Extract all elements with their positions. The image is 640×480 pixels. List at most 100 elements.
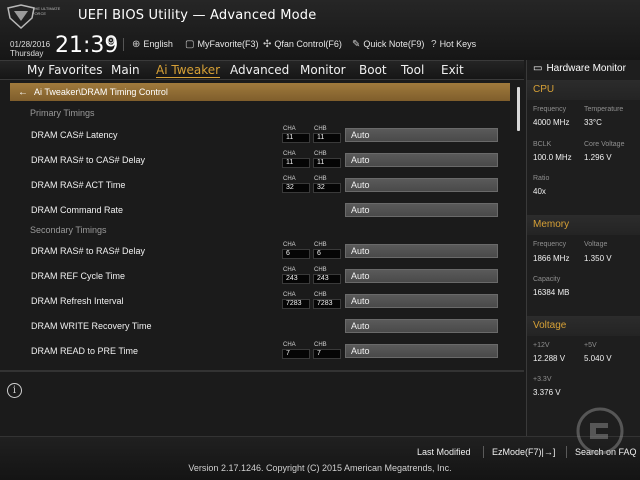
chb-label: CHB (314, 242, 327, 248)
back-arrow-icon[interactable]: ← (18, 87, 28, 98)
breadcrumb-path: Ai Tweaker\DRAM Timing Control (34, 87, 168, 97)
main-menu-bar: My Favorites Main Ai Tweaker Advanced Mo… (0, 60, 524, 80)
cpu-section-header: CPU (527, 80, 640, 100)
cpu-temperature-label: Temperature (584, 106, 624, 113)
cha-value: 6 (282, 249, 310, 259)
note-icon: ✎ (352, 38, 361, 50)
help-divider (0, 370, 524, 372)
cha-value: 11 (282, 158, 310, 168)
ratio-value: 40x (533, 187, 546, 196)
quick-note-button[interactable]: ✎ Quick Note(F9) (352, 37, 424, 51)
fan-icon: ✣ (263, 38, 272, 50)
menu-ai-tweaker[interactable]: Ai Tweaker (156, 63, 221, 78)
v12-label: +12V (533, 342, 550, 349)
v33-value: 3.376 V (533, 388, 561, 397)
ras-to-ras-delay-input[interactable]: Auto (345, 244, 498, 258)
version-copyright: Version 2.17.1246. Copyright (C) 2015 Am… (188, 463, 452, 473)
info-icon[interactable]: i (7, 383, 22, 398)
chb-label: CHB (314, 151, 327, 157)
ezmode-button[interactable]: EzMode(F7)|→] (492, 447, 555, 457)
menu-my-favorites[interactable]: My Favorites (27, 63, 102, 77)
favorite-icon: ▢ (185, 38, 195, 50)
v12-value: 12.288 V (533, 354, 566, 363)
breadcrumb[interactable]: ← Ai Tweaker\DRAM Timing Control (10, 83, 510, 101)
cha-readout: CHA 7283 (282, 292, 310, 309)
chb-readout: CHB 7 (313, 342, 341, 359)
cha-readout: CHA 11 (282, 151, 310, 168)
cha-readout: CHA 32 (282, 176, 310, 193)
menu-advanced[interactable]: Advanced (230, 63, 289, 77)
weekday-value: Thursday (10, 49, 44, 58)
memory-voltage-value: 1.350 V (584, 254, 612, 263)
command-rate-input[interactable]: Auto (345, 203, 498, 217)
cha-label: CHA (283, 176, 296, 182)
cha-label: CHA (283, 151, 296, 157)
cha-value: 243 (282, 274, 310, 284)
ras-act-time-input[interactable]: Auto (345, 178, 498, 192)
v5-value: 5.040 V (584, 354, 612, 363)
qfan-control-button[interactable]: ✣ Qfan Control(F6) (263, 37, 342, 51)
ratio-label: Ratio (533, 175, 550, 182)
chb-label: CHB (314, 267, 327, 273)
ras-to-cas-delay-input[interactable]: Auto (345, 153, 498, 167)
language-button[interactable]: ⊕ English (132, 37, 173, 51)
setting-label: DRAM RAS# ACT Time (31, 180, 126, 190)
cpu-temperature-value: 33°C (584, 118, 602, 127)
gear-icon[interactable]: ⚙ (106, 34, 116, 47)
date-display: 01/28/2016 Thursday (10, 40, 50, 58)
menu-tool[interactable]: Tool (401, 63, 424, 77)
cha-readout: CHA 7 (282, 342, 310, 359)
footer-bar (0, 436, 640, 480)
setting-label: DRAM RAS# to CAS# Delay (31, 155, 146, 165)
settings-list: Primary Timings DRAM CAS# Latency CHA 11… (10, 103, 514, 368)
chb-readout: CHB 32 (313, 176, 341, 193)
cha-readout: CHA 243 (282, 267, 310, 284)
cpu-frequency-label: Frequency (533, 106, 567, 113)
bclk-value: 100.0 MHz (533, 153, 572, 162)
setting-label: DRAM Refresh Interval (31, 296, 124, 306)
chb-readout: CHB 7283 (313, 292, 341, 309)
cha-readout: CHA 11 (282, 126, 310, 143)
cha-label: CHA (283, 242, 296, 248)
ref-cycle-time-input[interactable]: Auto (345, 269, 498, 283)
settings-scrollbar[interactable] (517, 87, 520, 131)
chb-label: CHB (314, 176, 327, 182)
setting-label: DRAM Command Rate (31, 205, 124, 215)
quick-note-label: Quick Note(F9) (363, 39, 425, 49)
menu-main[interactable]: Main (111, 63, 140, 77)
refresh-interval-input[interactable]: Auto (345, 294, 498, 308)
read-to-pre-time-input[interactable]: Auto (345, 344, 498, 358)
v33-label: +3.3V (533, 376, 552, 383)
write-recovery-time-input[interactable]: Auto (345, 319, 498, 333)
language-label: English (143, 39, 173, 49)
cas-latency-input[interactable]: Auto (345, 128, 498, 142)
chb-value: 7 (313, 349, 341, 359)
hot-keys-label: Hot Keys (439, 39, 477, 49)
chb-label: CHB (314, 126, 327, 132)
menu-monitor[interactable]: Monitor (300, 63, 346, 77)
chb-value: 243 (313, 274, 341, 284)
last-modified-button[interactable]: Last Modified (417, 447, 471, 457)
hot-keys-button[interactable]: ? Hot Keys (431, 37, 476, 51)
core-voltage-value: 1.296 V (584, 153, 612, 162)
setting-label: DRAM REF Cycle Time (31, 271, 126, 281)
myfavorite-label: MyFavorite(F3) (197, 39, 259, 49)
hardware-monitor-label: Hardware Monitor (546, 63, 626, 74)
voltage-section-header: Voltage (527, 316, 640, 336)
chb-label: CHB (314, 342, 327, 348)
cha-label: CHA (283, 267, 296, 273)
menu-boot[interactable]: Boot (359, 63, 387, 77)
capacity-value: 16384 MB (533, 288, 570, 297)
myfavorite-button[interactable]: ▢ MyFavorite(F3) (185, 37, 258, 51)
chb-label: CHB (314, 292, 327, 298)
setting-label: DRAM READ to PRE Time (31, 346, 139, 356)
menu-exit[interactable]: Exit (441, 63, 464, 77)
monitor-icon: ▭ (533, 63, 543, 74)
cha-value: 7283 (282, 299, 310, 309)
chb-readout: CHB 11 (313, 151, 341, 168)
cha-value: 32 (282, 183, 310, 193)
cha-value: 7 (282, 349, 310, 359)
chb-readout: CHB 243 (313, 267, 341, 284)
cha-value: 11 (282, 133, 310, 143)
chb-value: 11 (313, 133, 341, 143)
